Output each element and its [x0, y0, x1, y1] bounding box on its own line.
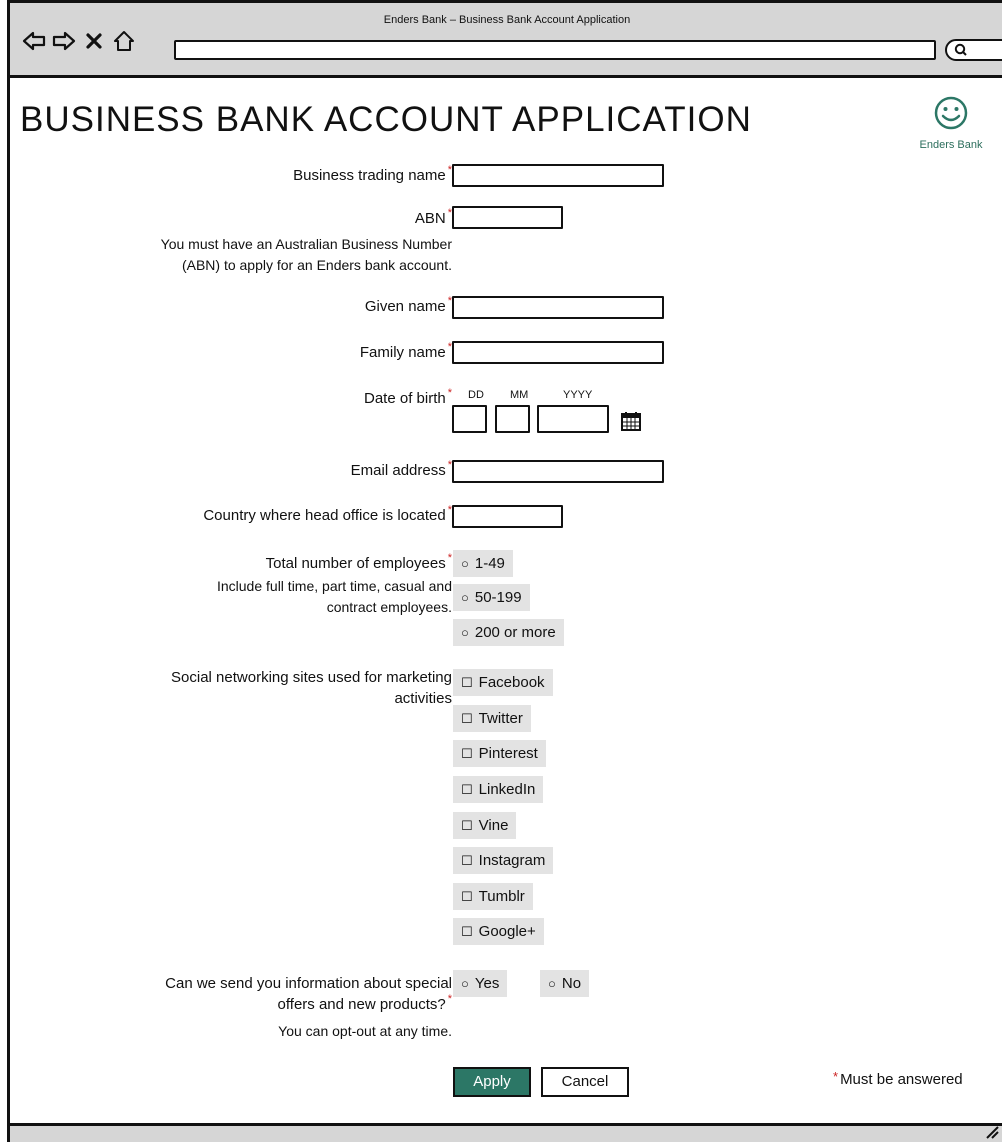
- offers-option-no[interactable]: ○ No: [540, 970, 590, 997]
- arrow-right-icon[interactable]: [52, 29, 76, 53]
- country-input[interactable]: [452, 505, 563, 528]
- radio-icon: ○: [548, 976, 556, 991]
- offers-label: Can we send you information about specia…: [165, 975, 452, 1013]
- smiley-icon: [934, 96, 968, 130]
- radio-icon: ○: [461, 590, 469, 605]
- dob-year-input[interactable]: [537, 405, 609, 433]
- browser-toolbar: Enders Bank – Business Bank Account Appl…: [10, 3, 1002, 78]
- calendar-icon[interactable]: [620, 410, 642, 432]
- social-option-facebook[interactable]: ☐ Facebook: [453, 669, 553, 696]
- radio-icon: ○: [461, 625, 469, 640]
- family-name-label: Family name *: [359, 341, 452, 361]
- radio-icon: ○: [461, 556, 469, 571]
- social-option-linkedin[interactable]: ☐ LinkedIn: [453, 776, 544, 803]
- abn-input[interactable]: [452, 206, 563, 229]
- search-field[interactable]: [945, 39, 1002, 61]
- employees-option-1-49[interactable]: ○ 1-49: [453, 550, 513, 577]
- dob-month-input[interactable]: [495, 405, 530, 433]
- social-option-vine[interactable]: ☐ Vine: [453, 812, 517, 839]
- email-label: Email address *: [350, 459, 452, 479]
- checkbox-icon: ☐: [461, 675, 473, 690]
- abn-label: ABN *: [414, 207, 452, 227]
- dob-day-caption: DD: [468, 389, 484, 401]
- trading-name-label: Business trading name *: [293, 164, 452, 184]
- trading-name-input[interactable]: [452, 164, 664, 187]
- dob-month-caption: MM: [510, 389, 529, 401]
- checkbox-icon: ☐: [461, 782, 473, 797]
- social-option-twitter[interactable]: ☐ Twitter: [453, 705, 531, 732]
- required-legend: * Must be answered: [833, 1069, 963, 1088]
- social-option-pinterest[interactable]: ☐ Pinterest: [453, 740, 546, 767]
- window-title: Enders Bank – Business Bank Account Appl…: [383, 14, 631, 26]
- family-name-input[interactable]: [452, 341, 664, 364]
- employees-option-200-plus[interactable]: ○ 200 or more: [453, 619, 564, 646]
- apply-button[interactable]: Apply: [453, 1067, 531, 1097]
- home-icon[interactable]: [112, 29, 136, 53]
- checkbox-icon: ☐: [461, 818, 473, 833]
- search-icon: [953, 42, 969, 63]
- brand-logo[interactable]: Enders Bank: [906, 96, 996, 151]
- checkbox-icon: ☐: [461, 889, 473, 904]
- checkbox-icon: ☐: [461, 853, 473, 868]
- social-label: Social networking sites used for marketi…: [171, 669, 452, 707]
- address-bar[interactable]: [174, 40, 936, 60]
- dob-year-caption: YYYY: [563, 389, 593, 401]
- employees-label: Total number of employees *: [265, 552, 452, 572]
- email-input[interactable]: [452, 460, 664, 483]
- resize-grip-icon[interactable]: [985, 1125, 999, 1139]
- given-name-label: Given name *: [364, 295, 452, 315]
- offers-option-yes[interactable]: ○ Yes: [453, 970, 508, 997]
- page-title: BUSINESS BANK ACCOUNT APPLICATION: [20, 100, 752, 139]
- country-label: Country where head office is located *: [203, 504, 452, 524]
- social-option-google-plus[interactable]: ☐ Google+: [453, 918, 544, 945]
- cancel-button[interactable]: Cancel: [541, 1067, 629, 1097]
- dob-day-input[interactable]: [452, 405, 487, 433]
- checkbox-icon: ☐: [461, 711, 473, 726]
- social-option-instagram[interactable]: ☐ Instagram: [453, 847, 554, 874]
- abn-note: You must have an Australian Business Num…: [160, 236, 452, 273]
- offers-note: You can opt-out at any time.: [278, 1023, 452, 1039]
- checkbox-icon: ☐: [461, 746, 473, 761]
- dob-label: Date of birth *: [364, 387, 452, 407]
- checkbox-icon: ☐: [461, 924, 473, 939]
- close-icon[interactable]: [82, 29, 106, 53]
- employees-note: Include full time, part time, casual and…: [216, 578, 452, 615]
- social-option-tumblr[interactable]: ☐ Tumblr: [453, 883, 533, 910]
- radio-icon: ○: [461, 976, 469, 991]
- brand-name: Enders Bank: [919, 139, 983, 151]
- status-bar: [10, 1123, 1002, 1142]
- arrow-left-icon[interactable]: [22, 29, 46, 53]
- employees-option-50-199[interactable]: ○ 50-199: [453, 584, 530, 611]
- given-name-input[interactable]: [452, 296, 664, 319]
